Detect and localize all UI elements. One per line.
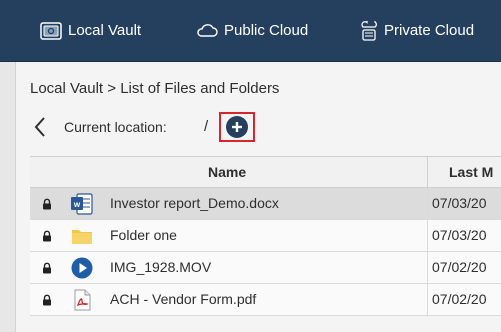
file-name: Folder one	[110, 227, 177, 243]
column-divider	[427, 284, 428, 315]
plus-icon	[226, 116, 248, 138]
file-name: Investor report_Demo.docx	[110, 195, 279, 211]
video-play-icon	[71, 257, 93, 279]
file-name: ACH - Vendor Form.pdf	[110, 291, 257, 307]
tab-private-cloud-label: Private Cloud	[384, 22, 475, 39]
column-divider	[427, 188, 428, 219]
chevron-left-icon	[34, 117, 45, 137]
column-divider	[427, 157, 428, 187]
lock-icon	[43, 230, 51, 242]
file-table: Name Last M w Investor report_Demo.docx …	[30, 156, 501, 316]
svg-text:w: w	[73, 200, 81, 209]
top-navigation-bar: Local Vault Public Cloud Private Cloud	[0, 0, 501, 62]
back-button[interactable]	[33, 116, 47, 138]
add-button[interactable]	[219, 112, 255, 142]
table-row[interactable]: IMG_1928.MOV 07/02/20	[30, 252, 501, 284]
file-date: 07/02/20	[432, 291, 487, 307]
file-date: 07/03/20	[432, 195, 487, 211]
tab-local-vault-label: Local Vault	[68, 22, 142, 39]
private-cloud-icon	[360, 20, 378, 41]
column-divider	[427, 252, 428, 283]
folder-icon	[72, 230, 92, 244]
cloud-icon	[196, 23, 218, 38]
table-row[interactable]: ACH - Vendor Form.pdf 07/02/20	[30, 284, 501, 316]
file-date: 07/02/20	[432, 259, 487, 275]
table-header: Name Last M	[30, 156, 501, 188]
lock-icon	[43, 294, 51, 306]
table-row[interactable]: Folder one 07/03/20	[30, 220, 501, 252]
file-date: 07/03/20	[432, 227, 487, 243]
tab-local-vault[interactable]: Local Vault	[40, 0, 141, 61]
current-location-path: /	[204, 118, 209, 135]
file-browser-panel: Local Vault > List of Files and Folders …	[15, 62, 501, 332]
vault-icon	[40, 21, 62, 40]
breadcrumb: Local Vault > List of Files and Folders	[30, 80, 280, 97]
column-header-name[interactable]: Name	[208, 157, 246, 187]
tab-public-cloud[interactable]: Public Cloud	[196, 0, 308, 61]
word-document-icon: w	[71, 193, 93, 215]
lock-icon	[43, 262, 51, 274]
column-divider	[427, 220, 428, 251]
column-header-last-modified[interactable]: Last M	[449, 157, 493, 187]
pdf-icon	[74, 289, 91, 311]
file-name: IMG_1928.MOV	[110, 259, 212, 275]
current-location-label: Current location:	[64, 119, 167, 135]
tab-private-cloud[interactable]: Private Cloud	[360, 0, 474, 61]
table-row[interactable]: w Investor report_Demo.docx 07/03/20	[30, 188, 501, 220]
tab-public-cloud-label: Public Cloud	[224, 22, 309, 39]
lock-icon	[43, 198, 51, 210]
